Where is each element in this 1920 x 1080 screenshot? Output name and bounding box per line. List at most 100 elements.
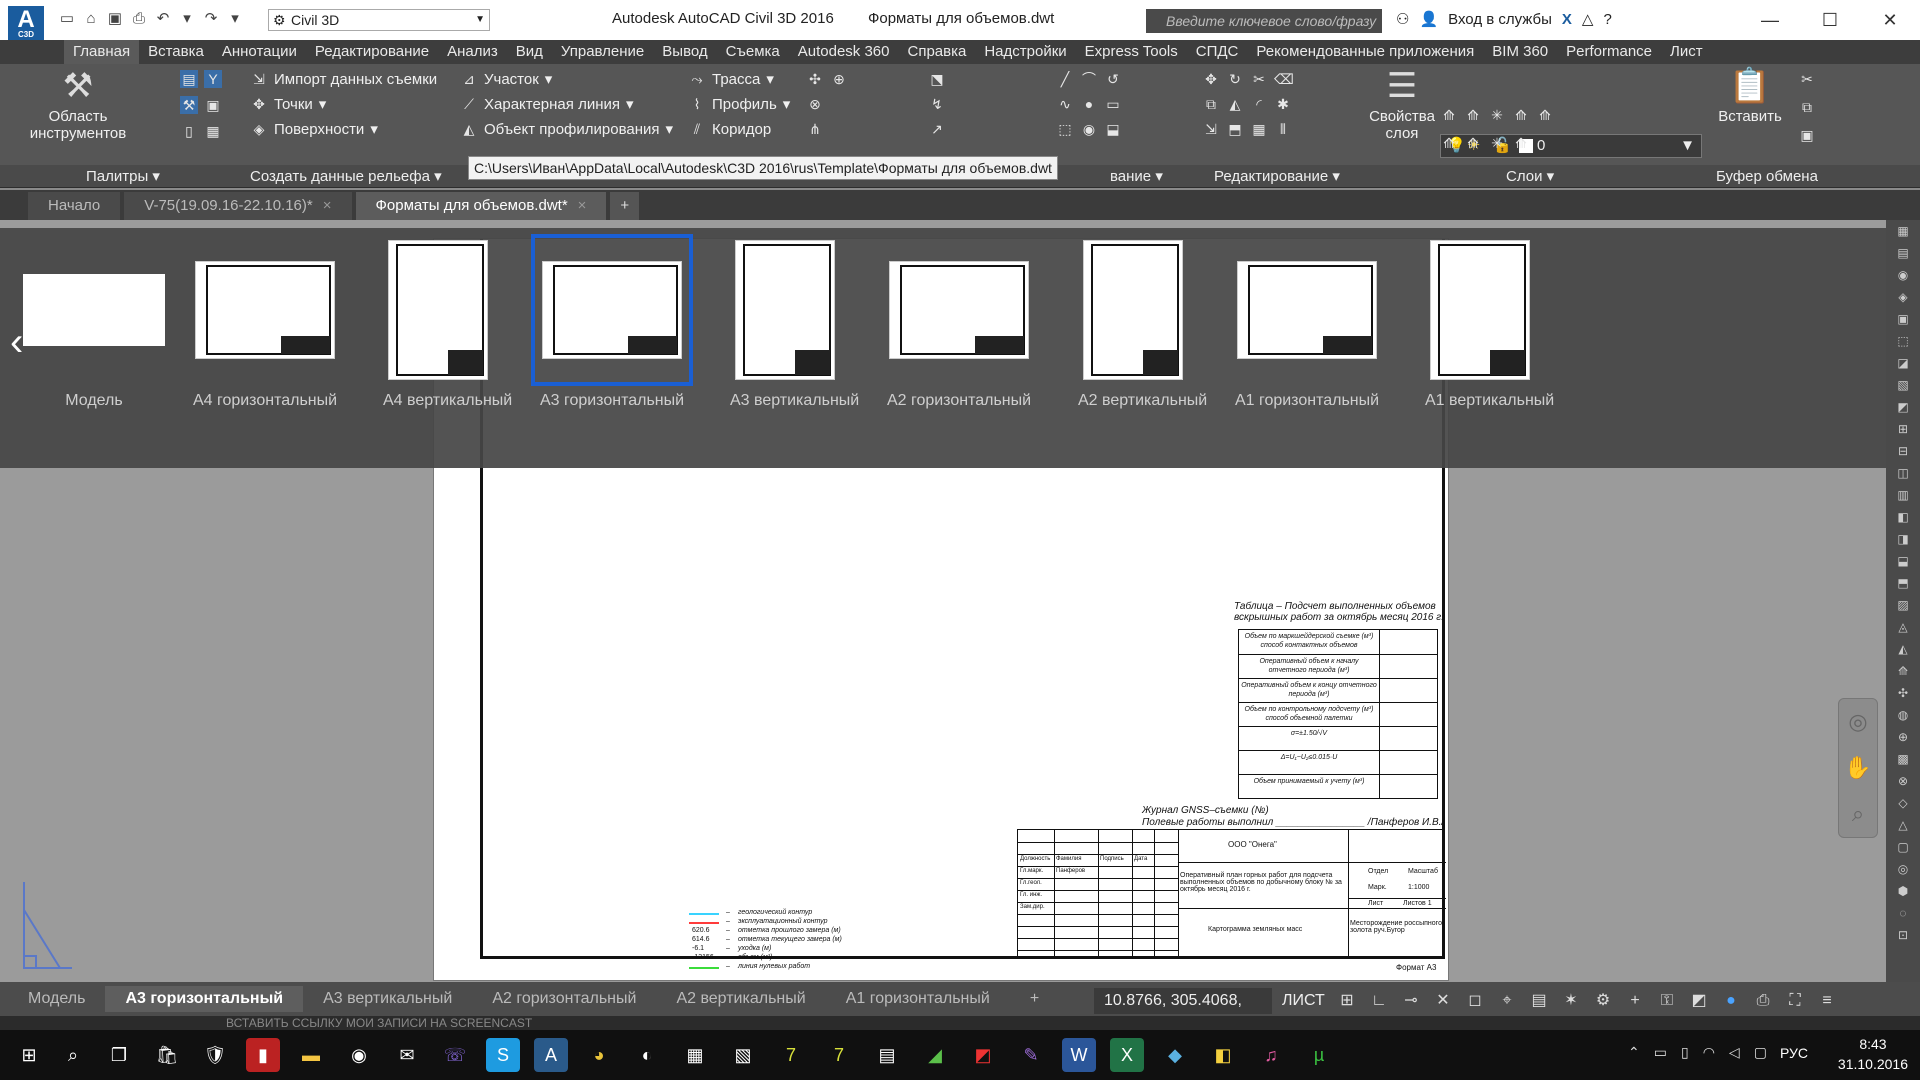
osnap-icon[interactable]: ◻ bbox=[1464, 988, 1486, 1014]
trim-icon[interactable]: ✂ bbox=[1250, 70, 1268, 88]
right-tool-icon[interactable]: ◭ bbox=[1886, 638, 1920, 660]
layout-thumbnail-2[interactable]: А4 вертикальный bbox=[383, 240, 512, 410]
right-tool-icon[interactable]: ▣ bbox=[1886, 308, 1920, 330]
grading-button[interactable]: ◭ Объект профилирования ▾ bbox=[460, 120, 673, 139]
right-tool-icon[interactable]: ◇ bbox=[1886, 792, 1920, 814]
ribbon-tab-11[interactable]: Надстройки bbox=[975, 40, 1075, 64]
app-icon-5[interactable]: ✎ bbox=[1014, 1038, 1048, 1072]
snap-icon[interactable]: ∟ bbox=[1368, 988, 1390, 1014]
design-center-icon[interactable]: ▦ bbox=[204, 122, 222, 140]
ribbon-tab-8[interactable]: Съемка bbox=[717, 40, 789, 64]
right-tool-icon[interactable]: ◪ bbox=[1886, 352, 1920, 374]
clock[interactable]: 8:43 31.10.2016 bbox=[1838, 1034, 1908, 1074]
workspace-select[interactable]: ⚙ Civil 3D ▼ bbox=[268, 9, 490, 31]
right-tool-icon[interactable]: ◬ bbox=[1886, 616, 1920, 638]
region-icon[interactable]: ◉ bbox=[1080, 120, 1098, 138]
open-folder-icon[interactable]: ⌂ bbox=[82, 10, 100, 28]
app-icon-2[interactable]: ▦ bbox=[678, 1038, 712, 1072]
layer-freeze-icon[interactable]: ✳ bbox=[1488, 106, 1506, 124]
7zip-icon-1[interactable]: 7 bbox=[774, 1038, 808, 1072]
layer-properties-button[interactable]: ☰ Свойства слоя bbox=[1362, 64, 1442, 142]
right-tool-icon[interactable]: ⊡ bbox=[1886, 924, 1920, 946]
sheet-icon[interactable]: ▯ bbox=[180, 122, 198, 140]
ribbon-tab-1[interactable]: Вставка bbox=[139, 40, 213, 64]
maximize-icon[interactable]: ☐ bbox=[1800, 0, 1860, 40]
ribbon-tab-15[interactable]: BIM 360 bbox=[1483, 40, 1557, 64]
undo-icon[interactable]: ↶ bbox=[154, 10, 172, 28]
fillet-icon[interactable]: ◜ bbox=[1250, 95, 1268, 113]
ribbon-tab-10[interactable]: Справка bbox=[899, 40, 976, 64]
view-frame-icon[interactable]: ↗ bbox=[928, 120, 946, 138]
boundary-icon[interactable]: ⬓ bbox=[1104, 120, 1122, 138]
layer-lock-icon[interactable]: ⟰ bbox=[1512, 106, 1530, 124]
parcel-button[interactable]: ⊿ Участок ▾ bbox=[460, 70, 552, 89]
autocad-icon[interactable]: A bbox=[534, 1038, 568, 1072]
right-tool-icon[interactable]: ◌ bbox=[1886, 902, 1920, 924]
binoculars-icon[interactable]: ⚇ bbox=[1396, 10, 1409, 28]
surfaces-button[interactable]: ◈ Поверхности ▾ bbox=[250, 120, 378, 139]
layout-tab-3[interactable]: А2 горизонтальный bbox=[472, 986, 656, 1012]
layer-unlock-icon[interactable]: ⟰ bbox=[1512, 134, 1530, 152]
points-button[interactable]: ✥ Точки ▾ bbox=[250, 95, 326, 114]
task-view-icon[interactable]: ❐ bbox=[102, 1038, 136, 1072]
right-tool-icon[interactable]: ◫ bbox=[1886, 462, 1920, 484]
ribbon-tab-6[interactable]: Управление bbox=[552, 40, 653, 64]
ribbon-tab-9[interactable]: Autodesk 360 bbox=[789, 40, 899, 64]
layout-thumbnail-8[interactable]: А1 вертикальный bbox=[1425, 240, 1554, 410]
layout-thumbnail-4[interactable]: А3 вертикальный bbox=[730, 240, 859, 410]
panel-title-terrain[interactable]: Создать данные рельефа ▾ bbox=[250, 167, 442, 185]
ribbon-tab-16[interactable]: Performance bbox=[1557, 40, 1661, 64]
app-icon-4[interactable]: ◢ bbox=[918, 1038, 952, 1072]
move-icon[interactable]: ✥ bbox=[1202, 70, 1220, 88]
plus-icon[interactable]: + bbox=[1624, 988, 1646, 1014]
hardware-icon[interactable]: ● bbox=[1720, 988, 1742, 1014]
cut-icon[interactable]: ✂ bbox=[1798, 70, 1816, 88]
layout-thumbnail-1[interactable]: А4 горизонтальный bbox=[190, 240, 340, 410]
ribbon-tab-0[interactable]: Главная bbox=[64, 40, 140, 64]
layout-tab-1[interactable]: А3 горизонтальный bbox=[105, 986, 304, 1012]
rotate-icon[interactable]: ↻ bbox=[1226, 70, 1244, 88]
layer-walk-icon[interactable]: ⟰ bbox=[1464, 134, 1482, 152]
panel-title-modify[interactable]: Редактирование ▾ bbox=[1214, 167, 1340, 185]
search-input[interactable]: Введите ключевое слово/фразу bbox=[1146, 9, 1382, 33]
app-icon-6[interactable]: ◆ bbox=[1158, 1038, 1192, 1072]
fullscreen-icon[interactable]: ⛶ bbox=[1784, 988, 1806, 1014]
globe-icon[interactable]: ◐ bbox=[630, 1038, 664, 1072]
arc-icon[interactable]: ↺ bbox=[1104, 70, 1122, 88]
excel-icon[interactable]: X bbox=[1110, 1038, 1144, 1072]
isolate-icon[interactable]: ⚿ bbox=[1656, 988, 1678, 1014]
intersection-icon[interactable]: ✣ bbox=[806, 70, 824, 88]
right-tool-icon[interactable]: ▧ bbox=[1886, 374, 1920, 396]
right-tool-icon[interactable]: ⬓ bbox=[1886, 550, 1920, 572]
torrent-icon[interactable]: µ bbox=[1302, 1038, 1336, 1072]
otrack-icon[interactable]: ⌖ bbox=[1496, 988, 1518, 1014]
properties-icon[interactable]: ⚒ bbox=[180, 96, 198, 114]
ribbon-tab-14[interactable]: Рекомендованные приложения bbox=[1247, 40, 1483, 64]
file-tab-0[interactable]: Начало bbox=[28, 192, 121, 220]
right-tool-icon[interactable]: ⬒ bbox=[1886, 572, 1920, 594]
layout-tab-4[interactable]: А2 вертикальный bbox=[656, 986, 825, 1012]
chevron-up-icon[interactable]: ⌃ bbox=[1628, 1044, 1640, 1061]
tools-area-button[interactable]: ⚒ Область инструментов bbox=[12, 64, 144, 142]
panorama-icon[interactable]: Y bbox=[204, 70, 222, 88]
ribbon-tab-4[interactable]: Анализ bbox=[438, 40, 507, 64]
paste-button[interactable]: 📋 Вставить bbox=[1712, 64, 1788, 125]
undo-dropdown-icon[interactable]: ▾ bbox=[178, 10, 196, 28]
ribbon-tab-17[interactable]: Лист bbox=[1661, 40, 1712, 64]
chrome-icon[interactable]: ◉ bbox=[342, 1038, 376, 1072]
copy-icon[interactable]: ⧉ bbox=[1202, 95, 1220, 113]
line-icon[interactable]: ╱ bbox=[1056, 70, 1074, 88]
sample-lines-icon[interactable]: ⋔ bbox=[806, 120, 824, 138]
right-tool-icon[interactable]: ⊕ bbox=[1886, 726, 1920, 748]
right-tool-icon[interactable]: ▦ bbox=[1886, 220, 1920, 242]
close-tab-icon[interactable]: × bbox=[323, 197, 332, 214]
assembly-icon[interactable]: ⊕ bbox=[830, 70, 848, 88]
7zip-icon-2[interactable]: 7 bbox=[822, 1038, 856, 1072]
ribbon-tab-2[interactable]: Аннотации bbox=[213, 40, 306, 64]
coordinates-readout[interactable]: 10.8766, 305.4068, 0.0000 bbox=[1094, 988, 1272, 1035]
right-tool-icon[interactable]: ⬚ bbox=[1886, 330, 1920, 352]
a360-icon[interactable]: △ bbox=[1582, 10, 1594, 28]
layout-tab-2[interactable]: А3 вертикальный bbox=[303, 986, 472, 1012]
layer-match-icon[interactable]: ⟰ bbox=[1536, 106, 1554, 124]
panel-title-palettes[interactable]: Палитры ▾ bbox=[86, 167, 160, 185]
